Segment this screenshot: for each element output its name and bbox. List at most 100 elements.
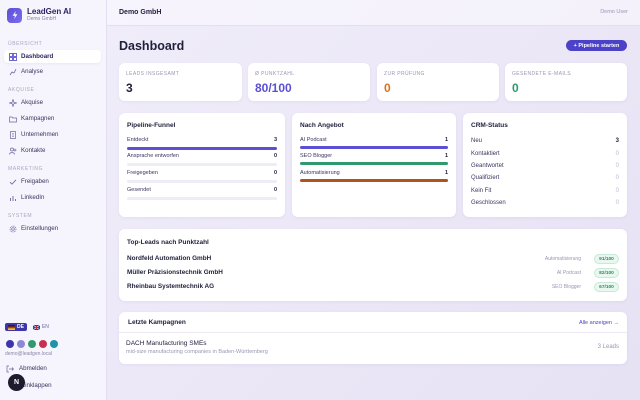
sidebar-item-kontakte[interactable]: Kontakte xyxy=(4,144,101,157)
start-pipeline-button[interactable]: + Pipeline starten xyxy=(566,40,627,51)
stat-value: 3 xyxy=(126,81,133,95)
funnel-bar xyxy=(127,163,277,166)
user-menu[interactable]: Demo User xyxy=(600,9,628,15)
crm-status-card: CRM-Status Neu 3 Kontaktiert 0 Geantwort… xyxy=(463,113,627,217)
lang-de-button[interactable]: DE xyxy=(5,323,27,331)
score-badge: 91/100 xyxy=(594,254,619,264)
sidebar-item-akquise[interactable]: Akquise xyxy=(4,96,101,109)
lead-row[interactable]: Nordfeld Automation GmbH Automatisierung… xyxy=(127,254,619,264)
funnel-row: Ansprache entworfen 0 xyxy=(127,153,277,159)
lead-row[interactable]: Rheinbau Systemtechnik AG SEO Blogger 67… xyxy=(127,282,619,292)
topbar: Demo GmbH Demo User xyxy=(107,0,640,26)
stat-card-score: Ø Punktzahl 80/100 xyxy=(248,63,370,101)
sidebar-item-label: Freigaben xyxy=(21,178,49,185)
sidebar-item-freigaben[interactable]: Freigaben xyxy=(4,175,101,188)
tenant-name: Demo GmbH xyxy=(27,16,57,22)
campaign-name[interactable]: DACH Manufacturing SMEs xyxy=(126,340,207,347)
nav-section-overview: Übersicht xyxy=(8,41,43,47)
offer-bar xyxy=(300,146,448,149)
pipeline-funnel-card: Pipeline-Funnel Entdeckt 3 Ansprache ent… xyxy=(119,113,285,217)
sidebar-item-label: Analyse xyxy=(21,68,44,75)
crm-row: Kein Fit 0 xyxy=(471,188,619,194)
stat-card-leads: Leads insgesamt 3 xyxy=(119,63,242,101)
assistant-button[interactable]: N xyxy=(8,374,25,391)
stat-label: Ø Punktzahl xyxy=(255,71,295,77)
crm-row: Neu 3 xyxy=(471,138,619,144)
stat-value: 80/100 xyxy=(255,81,292,95)
crm-row: Geschlossen 0 xyxy=(471,200,619,206)
sidebar-item-unternehmen[interactable]: Unternehmen xyxy=(4,128,101,141)
lead-row[interactable]: Müller Präzisionstechnik GmbH AI Podcast… xyxy=(127,268,619,278)
card-title: Top-Leads nach Punktzahl xyxy=(127,239,209,246)
offer-bar xyxy=(300,179,448,182)
company-name: Demo GmbH xyxy=(119,9,162,16)
funnel-row: Entdeckt 3 xyxy=(127,137,277,143)
lang-en-button[interactable]: EN xyxy=(30,323,52,331)
stat-card-review: Zur Prüfung 0 xyxy=(377,63,499,101)
sidebar-item-kampagnen[interactable]: Kampagnen xyxy=(4,112,101,125)
sidebar-item-label: Kampagnen xyxy=(21,115,55,122)
crm-row: Kontaktiert 0 xyxy=(471,151,619,157)
sidebar-item-label: Unternehmen xyxy=(21,131,59,138)
score-badge: 67/100 xyxy=(594,282,619,292)
recent-campaigns-card: Letzte Kampagnen Alle anzeigen → DACH Ma… xyxy=(119,312,627,364)
logout-button[interactable]: Abmelden xyxy=(5,364,47,373)
campaigns-header: Letzte Kampagnen Alle anzeigen → xyxy=(119,312,627,333)
campaign-description: mid-size manufacturing companies in Bade… xyxy=(126,349,268,355)
card-title: Letzte Kampagnen xyxy=(128,319,186,326)
flag-en-icon xyxy=(32,324,40,330)
sidebar-item-label: Akquise xyxy=(21,99,44,106)
theme-swatch-indigo[interactable] xyxy=(6,340,14,348)
stat-label: Gesendete E-Mails xyxy=(512,71,572,77)
gear-icon xyxy=(8,224,17,233)
funnel-row: Freigegeben 0 xyxy=(127,170,277,176)
nav-section-system: System xyxy=(8,213,33,219)
collapse-button[interactable]: Einklappen xyxy=(21,382,52,389)
funnel-bar xyxy=(127,147,277,150)
top-leads-card: Top-Leads nach Punktzahl Nordfeld Automa… xyxy=(119,229,627,301)
sidebar-item-label: LinkedIn xyxy=(21,194,45,201)
funnel-bar xyxy=(127,197,277,200)
building-icon xyxy=(8,130,17,139)
sidebar: LeadGen AI Demo GmbH Übersicht Dashboard… xyxy=(0,0,107,400)
bar-icon xyxy=(8,193,17,202)
sidebar-item-label: Kontakte xyxy=(21,147,46,154)
brand[interactable]: LeadGen AI Demo GmbH xyxy=(7,7,71,23)
show-all-link[interactable]: Alle anzeigen → xyxy=(579,320,619,326)
bolt-icon xyxy=(7,7,22,23)
theme-swatch-lavender[interactable] xyxy=(17,340,25,348)
page-title: Dashboard xyxy=(119,39,185,53)
crm-row: Qualifiziert 0 xyxy=(471,175,619,181)
offer-bar xyxy=(300,162,448,165)
users-icon xyxy=(8,146,17,155)
stat-card-emails: Gesendete E-Mails 0 xyxy=(505,63,627,101)
stat-value: 0 xyxy=(384,81,391,95)
sidebar-item-einstellungen[interactable]: Einstellungen xyxy=(4,222,101,235)
offer-card: Nach Angebot AI Podcast 1 SEO Blogger 1 … xyxy=(292,113,456,217)
funnel-bar xyxy=(127,180,277,183)
sidebar-item-label: Dashboard xyxy=(21,53,54,60)
sidebar-item-dashboard[interactable]: Dashboard xyxy=(4,50,101,63)
chart-icon xyxy=(8,67,17,76)
nav-section-acquisition: Akquise xyxy=(8,87,35,93)
card-title: CRM-Status xyxy=(471,122,508,129)
stat-label: Zur Prüfung xyxy=(384,71,425,77)
sparkle-icon xyxy=(8,98,17,107)
theme-swatch-green[interactable] xyxy=(28,340,36,348)
folder-icon xyxy=(8,114,17,123)
logout-icon xyxy=(5,364,14,373)
sidebar-item-linkedin[interactable]: LinkedIn xyxy=(4,191,101,204)
sidebar-item-label: Einstellungen xyxy=(21,225,59,232)
stat-value: 0 xyxy=(512,81,519,95)
check-icon xyxy=(8,177,17,186)
theme-swatch-red[interactable] xyxy=(39,340,47,348)
theme-swatch-teal[interactable] xyxy=(50,340,58,348)
funnel-row: Gesendet 0 xyxy=(127,187,277,193)
crm-row: Geantwortet 0 xyxy=(471,163,619,169)
card-title: Pipeline-Funnel xyxy=(127,122,176,129)
sidebar-item-analyse[interactable]: Analyse xyxy=(4,65,101,78)
nav-section-marketing: Marketing xyxy=(8,166,44,172)
user-email: demo@leadgen.local xyxy=(5,351,53,357)
stat-label: Leads insgesamt xyxy=(126,71,180,77)
theme-swatches xyxy=(6,340,61,348)
